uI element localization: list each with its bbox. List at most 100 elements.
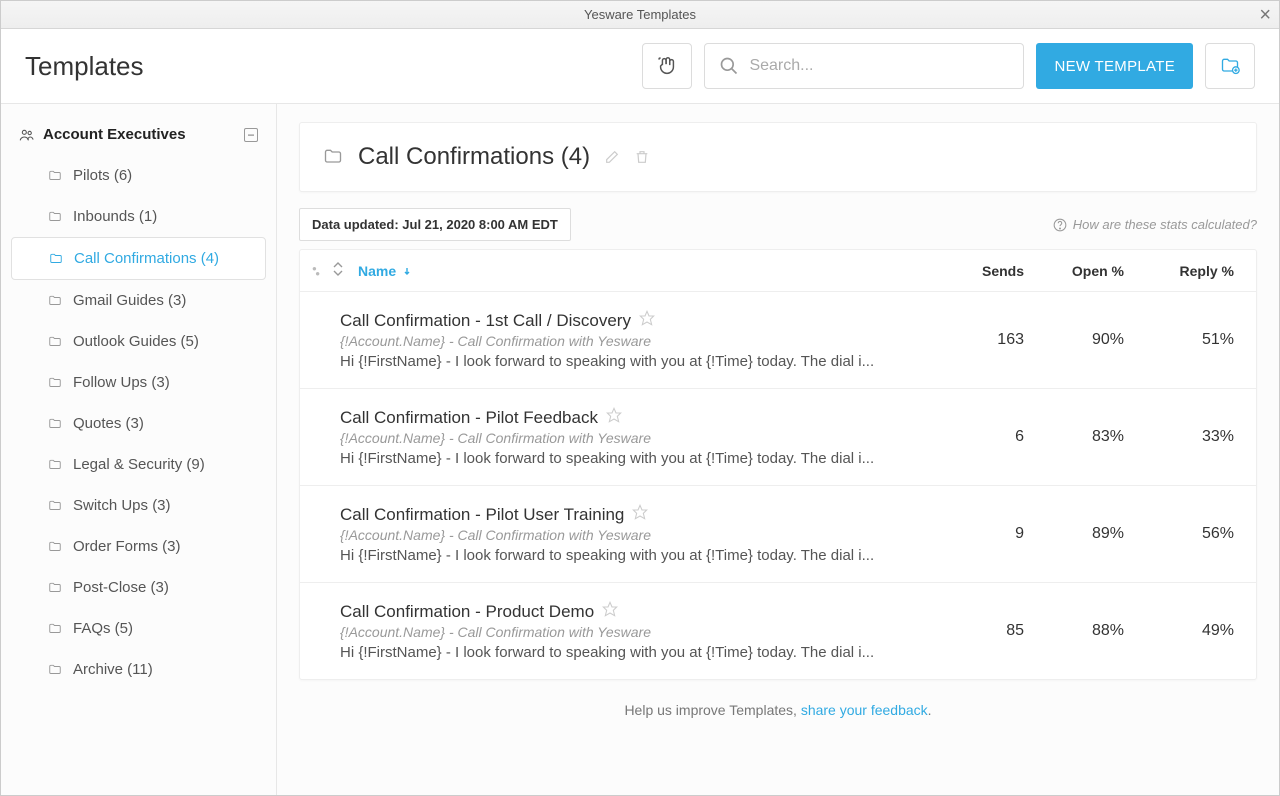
- folder-label: Order Forms (3): [73, 538, 181, 555]
- toolbar: Templates NEW TEMPLATE: [1, 29, 1279, 104]
- close-icon[interactable]: ×: [1259, 5, 1271, 25]
- table-row[interactable]: Call Confirmation - 1st Call / Discovery…: [300, 292, 1256, 389]
- folder-label: Legal & Security (9): [73, 456, 205, 473]
- column-name[interactable]: Name: [358, 263, 934, 279]
- open-value: 83%: [1024, 428, 1124, 446]
- template-preview: Hi {!FirstName} - I look forward to spea…: [340, 353, 934, 370]
- column-reply[interactable]: Reply %: [1124, 263, 1234, 279]
- drag-handle-icon: ● ●: [312, 266, 332, 276]
- team-name: Account Executives: [43, 126, 186, 143]
- open-value: 88%: [1024, 622, 1124, 640]
- search-box[interactable]: [704, 43, 1024, 89]
- folder-label: Archive (11): [73, 661, 153, 678]
- folder-icon: [47, 663, 63, 677]
- sidebar-folder-item[interactable]: Gmail Guides (3): [11, 280, 266, 321]
- folder-label: Post-Close (3): [73, 579, 169, 596]
- folder-label: Call Confirmations (4): [74, 250, 219, 267]
- star-icon[interactable]: [632, 504, 648, 525]
- template-subject: {!Account.Name} - Call Confirmation with…: [340, 430, 934, 446]
- data-updated-badge: Data updated: Jul 21, 2020 8:00 AM EDT: [299, 208, 571, 241]
- folder-icon: [47, 210, 63, 224]
- window-title: Yesware Templates: [584, 7, 696, 22]
- search-input[interactable]: [749, 57, 1009, 75]
- template-title: Call Confirmation - 1st Call / Discovery: [340, 311, 631, 331]
- sends-value: 6: [934, 428, 1024, 446]
- page-title: Templates: [25, 51, 144, 82]
- folder-label: Quotes (3): [73, 415, 144, 432]
- feedback-link[interactable]: share your feedback: [801, 702, 928, 718]
- folder-label: Gmail Guides (3): [73, 292, 186, 309]
- feedback-prompt: Help us improve Templates, share your fe…: [299, 702, 1257, 718]
- folder-title: Call Confirmations (4): [358, 143, 590, 171]
- sidebar: Account Executives − Pilots (6) Inbounds…: [1, 104, 277, 795]
- folder-icon: [322, 147, 344, 167]
- collapse-icon[interactable]: −: [244, 128, 258, 142]
- table-row[interactable]: Call Confirmation - Pilot User Training …: [300, 486, 1256, 583]
- open-value: 90%: [1024, 331, 1124, 349]
- edit-icon[interactable]: [604, 149, 620, 165]
- sidebar-folder-item[interactable]: Inbounds (1): [11, 196, 266, 237]
- table-row[interactable]: Call Confirmation - Pilot Feedback {!Acc…: [300, 389, 1256, 486]
- new-template-button[interactable]: NEW TEMPLATE: [1036, 43, 1193, 89]
- reply-value: 51%: [1124, 331, 1234, 349]
- folder-icon: [47, 376, 63, 390]
- sort-asc-icon: [402, 266, 412, 276]
- folder-icon: [47, 417, 63, 431]
- star-icon[interactable]: [606, 407, 622, 428]
- help-icon: [1053, 218, 1067, 232]
- sidebar-folder-item[interactable]: Archive (11): [11, 649, 266, 690]
- folder-icon: [48, 252, 64, 266]
- star-icon[interactable]: [602, 601, 618, 622]
- wave-hand-icon: [656, 55, 678, 77]
- window-titlebar: Yesware Templates ×: [1, 1, 1279, 29]
- template-preview: Hi {!FirstName} - I look forward to spea…: [340, 547, 934, 564]
- sidebar-folder-item[interactable]: Quotes (3): [11, 403, 266, 444]
- folder-label: Pilots (6): [73, 167, 132, 184]
- reply-value: 33%: [1124, 428, 1234, 446]
- reply-value: 56%: [1124, 525, 1234, 543]
- sidebar-folder-item[interactable]: FAQs (5): [11, 608, 266, 649]
- template-subject: {!Account.Name} - Call Confirmation with…: [340, 624, 934, 640]
- table-header: ● ● Name Sends Open % Reply %: [300, 250, 1256, 292]
- search-icon: [719, 56, 739, 76]
- team-header[interactable]: Account Executives −: [11, 122, 266, 155]
- folder-icon: [47, 458, 63, 472]
- template-subject: {!Account.Name} - Call Confirmation with…: [340, 333, 934, 349]
- template-title: Call Confirmation - Pilot Feedback: [340, 408, 598, 428]
- folder-label: FAQs (5): [73, 620, 133, 637]
- table-row[interactable]: Call Confirmation - Product Demo {!Accou…: [300, 583, 1256, 679]
- folder-icon: [47, 169, 63, 183]
- templates-table: ● ● Name Sends Open % Reply % Call Confi…: [299, 249, 1257, 680]
- column-open[interactable]: Open %: [1024, 263, 1124, 279]
- sidebar-folder-item[interactable]: Post-Close (3): [11, 567, 266, 608]
- sidebar-folder-item[interactable]: Pilots (6): [11, 155, 266, 196]
- panel-header: Call Confirmations (4): [299, 122, 1257, 192]
- column-sends[interactable]: Sends: [934, 263, 1024, 279]
- sends-value: 9: [934, 525, 1024, 543]
- sidebar-folder-item[interactable]: Legal & Security (9): [11, 444, 266, 485]
- sort-icon[interactable]: [332, 262, 352, 279]
- sidebar-folder-item[interactable]: Order Forms (3): [11, 526, 266, 567]
- folder-icon: [47, 622, 63, 636]
- template-preview: Hi {!FirstName} - I look forward to spea…: [340, 644, 934, 661]
- template-subject: {!Account.Name} - Call Confirmation with…: [340, 527, 934, 543]
- trash-icon[interactable]: [634, 149, 650, 165]
- folder-label: Switch Ups (3): [73, 497, 171, 514]
- reply-value: 49%: [1124, 622, 1234, 640]
- template-title: Call Confirmation - Product Demo: [340, 602, 594, 622]
- sends-value: 163: [934, 331, 1024, 349]
- sidebar-folder-item[interactable]: Switch Ups (3): [11, 485, 266, 526]
- folder-label: Outlook Guides (5): [73, 333, 199, 350]
- sidebar-folder-item[interactable]: Follow Ups (3): [11, 362, 266, 403]
- stats-help-link[interactable]: How are these stats calculated?: [1053, 217, 1257, 232]
- folder-plus-icon: [1219, 56, 1241, 76]
- star-icon[interactable]: [639, 310, 655, 331]
- sidebar-folder-item[interactable]: Call Confirmations (4): [11, 237, 266, 280]
- team-icon: [19, 127, 35, 143]
- template-title: Call Confirmation - Pilot User Training: [340, 505, 624, 525]
- open-value: 89%: [1024, 525, 1124, 543]
- new-folder-button[interactable]: [1205, 43, 1255, 89]
- folder-icon: [47, 335, 63, 349]
- wave-hand-button[interactable]: [642, 43, 692, 89]
- sidebar-folder-item[interactable]: Outlook Guides (5): [11, 321, 266, 362]
